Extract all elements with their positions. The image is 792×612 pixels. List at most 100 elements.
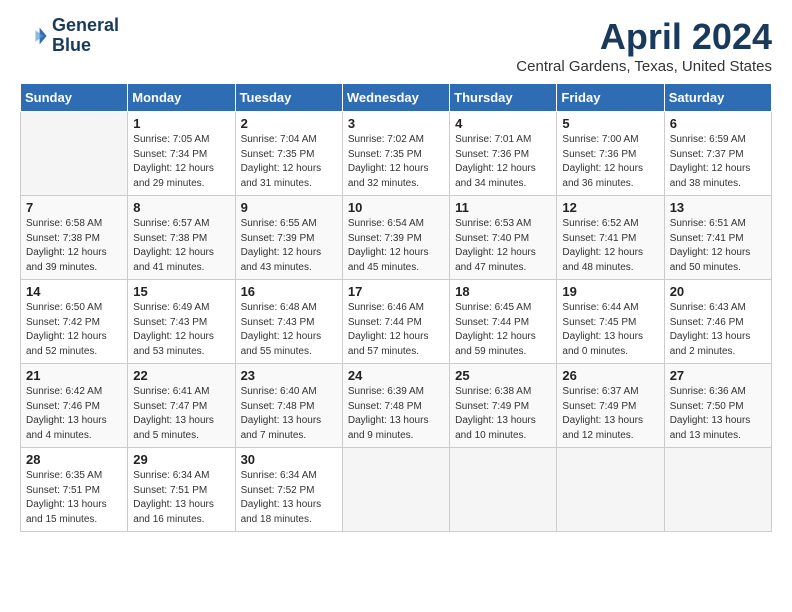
day-info: Sunrise: 7:05 AM Sunset: 7:34 PM Dayligh… (133, 133, 229, 191)
day-number: 10 (348, 200, 444, 215)
day-info: Sunrise: 7:00 AM Sunset: 7:36 PM Dayligh… (562, 133, 658, 191)
day-number: 20 (670, 284, 766, 299)
day-info: Sunrise: 6:59 AM Sunset: 7:37 PM Dayligh… (670, 133, 766, 191)
header-saturday: Saturday (664, 84, 771, 112)
day-info: Sunrise: 6:52 AM Sunset: 7:41 PM Dayligh… (562, 217, 658, 275)
calendar-cell: 5 Sunrise: 7:00 AM Sunset: 7:36 PM Dayli… (557, 112, 664, 196)
day-number: 17 (348, 284, 444, 299)
calendar-cell: 1 Sunrise: 7:05 AM Sunset: 7:34 PM Dayli… (128, 112, 235, 196)
day-info: Sunrise: 6:39 AM Sunset: 7:48 PM Dayligh… (348, 385, 444, 443)
day-number: 26 (562, 368, 658, 383)
calendar-cell: 17 Sunrise: 6:46 AM Sunset: 7:44 PM Dayl… (342, 280, 449, 364)
day-number: 2 (241, 116, 337, 131)
month-title: April 2024 (516, 16, 772, 58)
day-info: Sunrise: 6:53 AM Sunset: 7:40 PM Dayligh… (455, 217, 551, 275)
calendar-cell: 20 Sunrise: 6:43 AM Sunset: 7:46 PM Dayl… (664, 280, 771, 364)
calendar-cell: 4 Sunrise: 7:01 AM Sunset: 7:36 PM Dayli… (450, 112, 557, 196)
day-info: Sunrise: 6:44 AM Sunset: 7:45 PM Dayligh… (562, 301, 658, 359)
calendar-cell: 3 Sunrise: 7:02 AM Sunset: 7:35 PM Dayli… (342, 112, 449, 196)
day-number: 3 (348, 116, 444, 131)
week-row-5: 28 Sunrise: 6:35 AM Sunset: 7:51 PM Dayl… (21, 448, 772, 532)
page-header: General Blue April 2024 Central Gardens,… (20, 16, 772, 75)
calendar-cell: 11 Sunrise: 6:53 AM Sunset: 7:40 PM Dayl… (450, 196, 557, 280)
day-info: Sunrise: 6:38 AM Sunset: 7:49 PM Dayligh… (455, 385, 551, 443)
calendar-header-row: Sunday Monday Tuesday Wednesday Thursday… (21, 84, 772, 112)
calendar-cell: 29 Sunrise: 6:34 AM Sunset: 7:51 PM Dayl… (128, 448, 235, 532)
header-friday: Friday (557, 84, 664, 112)
day-info: Sunrise: 6:49 AM Sunset: 7:43 PM Dayligh… (133, 301, 229, 359)
day-number: 16 (241, 284, 337, 299)
calendar-cell: 15 Sunrise: 6:49 AM Sunset: 7:43 PM Dayl… (128, 280, 235, 364)
day-number: 15 (133, 284, 229, 299)
calendar-cell: 9 Sunrise: 6:55 AM Sunset: 7:39 PM Dayli… (235, 196, 342, 280)
logo: General Blue (20, 16, 119, 56)
day-info: Sunrise: 6:58 AM Sunset: 7:38 PM Dayligh… (26, 217, 122, 275)
day-info: Sunrise: 6:42 AM Sunset: 7:46 PM Dayligh… (26, 385, 122, 443)
day-number: 27 (670, 368, 766, 383)
calendar-cell: 10 Sunrise: 6:54 AM Sunset: 7:39 PM Dayl… (342, 196, 449, 280)
day-number: 23 (241, 368, 337, 383)
calendar-cell: 14 Sunrise: 6:50 AM Sunset: 7:42 PM Dayl… (21, 280, 128, 364)
day-info: Sunrise: 6:48 AM Sunset: 7:43 PM Dayligh… (241, 301, 337, 359)
week-row-1: 1 Sunrise: 7:05 AM Sunset: 7:34 PM Dayli… (21, 112, 772, 196)
header-sunday: Sunday (21, 84, 128, 112)
week-row-2: 7 Sunrise: 6:58 AM Sunset: 7:38 PM Dayli… (21, 196, 772, 280)
day-info: Sunrise: 6:43 AM Sunset: 7:46 PM Dayligh… (670, 301, 766, 359)
day-number: 30 (241, 452, 337, 467)
day-number: 7 (26, 200, 122, 215)
calendar-cell (664, 448, 771, 532)
calendar-cell: 26 Sunrise: 6:37 AM Sunset: 7:49 PM Dayl… (557, 364, 664, 448)
day-number: 1 (133, 116, 229, 131)
logo-text: General Blue (52, 16, 119, 56)
day-number: 21 (26, 368, 122, 383)
day-info: Sunrise: 6:40 AM Sunset: 7:48 PM Dayligh… (241, 385, 337, 443)
day-info: Sunrise: 6:51 AM Sunset: 7:41 PM Dayligh… (670, 217, 766, 275)
logo-icon (20, 22, 48, 50)
calendar-cell: 28 Sunrise: 6:35 AM Sunset: 7:51 PM Dayl… (21, 448, 128, 532)
day-info: Sunrise: 6:35 AM Sunset: 7:51 PM Dayligh… (26, 469, 122, 527)
calendar-cell: 25 Sunrise: 6:38 AM Sunset: 7:49 PM Dayl… (450, 364, 557, 448)
header-tuesday: Tuesday (235, 84, 342, 112)
day-number: 6 (670, 116, 766, 131)
day-number: 25 (455, 368, 551, 383)
day-info: Sunrise: 6:36 AM Sunset: 7:50 PM Dayligh… (670, 385, 766, 443)
day-number: 24 (348, 368, 444, 383)
calendar-cell (21, 112, 128, 196)
calendar-cell: 23 Sunrise: 6:40 AM Sunset: 7:48 PM Dayl… (235, 364, 342, 448)
calendar-cell: 8 Sunrise: 6:57 AM Sunset: 7:38 PM Dayli… (128, 196, 235, 280)
calendar-cell: 13 Sunrise: 6:51 AM Sunset: 7:41 PM Dayl… (664, 196, 771, 280)
calendar-cell: 7 Sunrise: 6:58 AM Sunset: 7:38 PM Dayli… (21, 196, 128, 280)
day-info: Sunrise: 6:54 AM Sunset: 7:39 PM Dayligh… (348, 217, 444, 275)
calendar-cell: 12 Sunrise: 6:52 AM Sunset: 7:41 PM Dayl… (557, 196, 664, 280)
calendar-cell (450, 448, 557, 532)
title-section: April 2024 Central Gardens, Texas, Unite… (516, 16, 772, 75)
day-info: Sunrise: 7:04 AM Sunset: 7:35 PM Dayligh… (241, 133, 337, 191)
day-number: 18 (455, 284, 551, 299)
calendar-cell (557, 448, 664, 532)
calendar-table: Sunday Monday Tuesday Wednesday Thursday… (20, 83, 772, 532)
day-info: Sunrise: 6:37 AM Sunset: 7:49 PM Dayligh… (562, 385, 658, 443)
location-title: Central Gardens, Texas, United States (516, 58, 772, 75)
day-number: 29 (133, 452, 229, 467)
day-info: Sunrise: 7:01 AM Sunset: 7:36 PM Dayligh… (455, 133, 551, 191)
day-info: Sunrise: 6:45 AM Sunset: 7:44 PM Dayligh… (455, 301, 551, 359)
week-row-4: 21 Sunrise: 6:42 AM Sunset: 7:46 PM Dayl… (21, 364, 772, 448)
day-info: Sunrise: 7:02 AM Sunset: 7:35 PM Dayligh… (348, 133, 444, 191)
week-row-3: 14 Sunrise: 6:50 AM Sunset: 7:42 PM Dayl… (21, 280, 772, 364)
day-info: Sunrise: 6:55 AM Sunset: 7:39 PM Dayligh… (241, 217, 337, 275)
day-info: Sunrise: 6:34 AM Sunset: 7:52 PM Dayligh… (241, 469, 337, 527)
calendar-cell: 21 Sunrise: 6:42 AM Sunset: 7:46 PM Dayl… (21, 364, 128, 448)
calendar-cell: 22 Sunrise: 6:41 AM Sunset: 7:47 PM Dayl… (128, 364, 235, 448)
day-number: 22 (133, 368, 229, 383)
day-number: 5 (562, 116, 658, 131)
calendar-cell: 16 Sunrise: 6:48 AM Sunset: 7:43 PM Dayl… (235, 280, 342, 364)
calendar-cell: 24 Sunrise: 6:39 AM Sunset: 7:48 PM Dayl… (342, 364, 449, 448)
day-number: 19 (562, 284, 658, 299)
calendar-cell (342, 448, 449, 532)
day-number: 11 (455, 200, 551, 215)
header-monday: Monday (128, 84, 235, 112)
day-info: Sunrise: 6:57 AM Sunset: 7:38 PM Dayligh… (133, 217, 229, 275)
day-number: 9 (241, 200, 337, 215)
calendar-cell: 6 Sunrise: 6:59 AM Sunset: 7:37 PM Dayli… (664, 112, 771, 196)
day-info: Sunrise: 6:41 AM Sunset: 7:47 PM Dayligh… (133, 385, 229, 443)
